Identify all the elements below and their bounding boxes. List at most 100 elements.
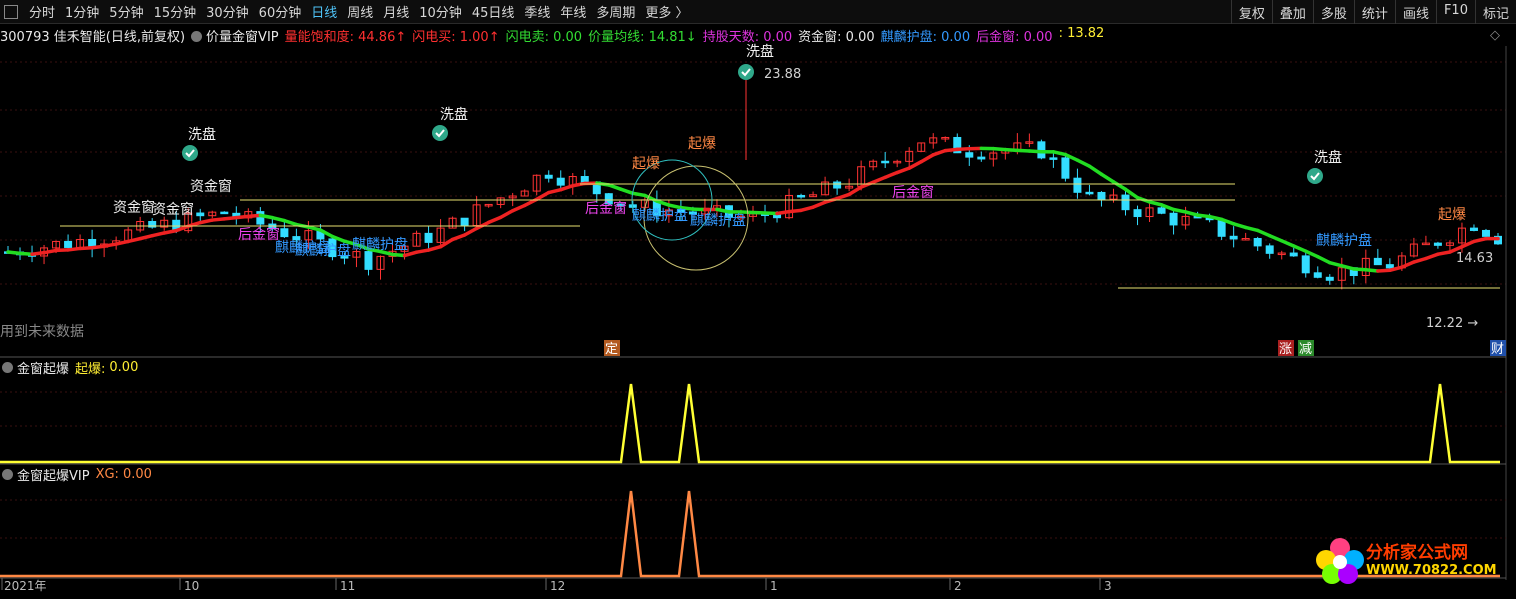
candle-down	[1265, 245, 1274, 254]
candle-down	[1469, 227, 1478, 231]
candle-down	[1169, 212, 1178, 226]
ma-segment	[6, 250, 22, 256]
ma-segment	[150, 231, 166, 238]
ma-segment	[1340, 264, 1356, 271]
sub1-value: 0.00	[109, 360, 139, 375]
ma-segment	[102, 242, 118, 248]
candle-down	[1133, 209, 1142, 218]
ma-segment	[438, 237, 455, 249]
ma-segment	[1195, 213, 1212, 219]
candle-down	[1313, 272, 1322, 278]
xipan-label: 洗盘	[440, 106, 468, 123]
sub2-label: XG:	[95, 467, 119, 482]
ma-segment	[1183, 210, 1200, 217]
candle-down	[881, 160, 890, 164]
ma-segment	[126, 236, 142, 244]
ma-segment	[1352, 267, 1368, 272]
x-axis-label: 11	[340, 579, 355, 593]
ma-segment	[1291, 244, 1308, 253]
ma-segment	[1376, 268, 1392, 273]
ma-segment	[390, 252, 407, 258]
ma-segment	[883, 170, 899, 180]
ma-segment	[1400, 260, 1416, 269]
kline-chart[interactable]: 洗盘洗盘洗盘洗盘23.8812.22 →14.63起爆起爆起爆资金窗资金窗资金窗…	[0, 0, 1516, 599]
candle-down	[1229, 235, 1238, 240]
sub1-signal-line	[0, 383, 1500, 464]
ma-segment	[1087, 164, 1104, 177]
ma-segment	[138, 233, 154, 241]
watermark-url: WWW.70822.COM	[1366, 563, 1497, 578]
ma-segment	[486, 215, 503, 225]
marker-text: 减	[1299, 342, 1312, 357]
candle-down	[1325, 276, 1334, 281]
flower-logo-icon	[1316, 538, 1364, 584]
qilin-label: 麒麟护盘	[352, 236, 408, 253]
candle-down	[1061, 157, 1070, 179]
ma-segment	[787, 208, 803, 214]
sub2-value: 0.00	[122, 467, 152, 482]
sub1-title-bar: 金窗起爆 起爆: 0.00	[0, 358, 138, 377]
ma-segment	[558, 183, 575, 192]
x-axis-label: 12	[550, 579, 565, 593]
ma-segment	[775, 209, 791, 216]
candle-down	[364, 251, 373, 270]
ma-segment	[78, 245, 94, 251]
candle-down	[460, 217, 469, 227]
ma-segment	[1015, 148, 1032, 153]
ma-segment	[1003, 147, 1020, 153]
right-price-label: 14.63	[1456, 251, 1493, 266]
ma-segment	[1231, 222, 1248, 230]
ma-segment	[1472, 236, 1488, 244]
ma-segment	[258, 213, 275, 220]
ma-segment	[715, 207, 731, 214]
ma-segment	[510, 203, 527, 213]
marker-text: 涨	[1279, 342, 1292, 357]
xipan-check-icon	[182, 145, 198, 161]
candle-down	[1385, 264, 1394, 269]
candle-down	[1085, 191, 1094, 195]
ma-segment	[607, 183, 623, 191]
ma-segment	[1051, 150, 1068, 157]
houjinchuang-label: 后金窗	[238, 226, 280, 243]
ma-segment	[18, 251, 34, 257]
xipan-label: 洗盘	[188, 126, 216, 143]
qibao-label: 起爆	[1438, 207, 1466, 223]
ma-segment	[114, 239, 130, 246]
candle-down	[1373, 257, 1382, 266]
candle-down	[64, 240, 73, 248]
x-axis-label: 2	[954, 579, 962, 593]
ma-segment	[426, 244, 443, 252]
candle-down	[965, 152, 974, 158]
sub1-settings-icon[interactable]	[2, 362, 13, 373]
houjinchuang-label: 后金窗	[585, 200, 627, 217]
ma-segment	[763, 211, 779, 216]
low-price-label: 12.22 →	[1426, 316, 1478, 331]
ma-segment	[30, 250, 46, 257]
houjinchuang-label: 后金窗	[892, 184, 934, 201]
qilin-label: 麒麟护盘	[632, 207, 688, 224]
candle-down	[833, 181, 842, 189]
ma-segment	[198, 218, 215, 225]
ma-segment	[1255, 228, 1272, 238]
ma-segment	[1460, 239, 1476, 249]
x-axis-label: 10	[184, 579, 199, 593]
ma-segment	[546, 187, 563, 195]
ma-segment	[931, 148, 948, 157]
ma-segment	[1279, 239, 1296, 248]
ma-segment	[895, 166, 911, 175]
qibao-label: 起爆	[632, 156, 660, 172]
sub2-signal-line	[0, 490, 1500, 578]
ma-segment	[955, 146, 972, 152]
candle-down	[977, 156, 986, 160]
watermark: 分析家公式网 WWW.70822.COM	[1310, 532, 1510, 587]
xipan-label: 洗盘	[1314, 149, 1342, 166]
ma-segment	[907, 159, 923, 170]
candle-down	[556, 177, 565, 186]
ma-segment	[90, 244, 106, 250]
sub2-settings-icon[interactable]	[2, 469, 13, 480]
ma-segment	[234, 214, 251, 220]
ma-segment	[498, 208, 515, 220]
candle-down	[1301, 255, 1310, 274]
candle-down	[544, 174, 553, 179]
ma-segment	[919, 153, 935, 164]
